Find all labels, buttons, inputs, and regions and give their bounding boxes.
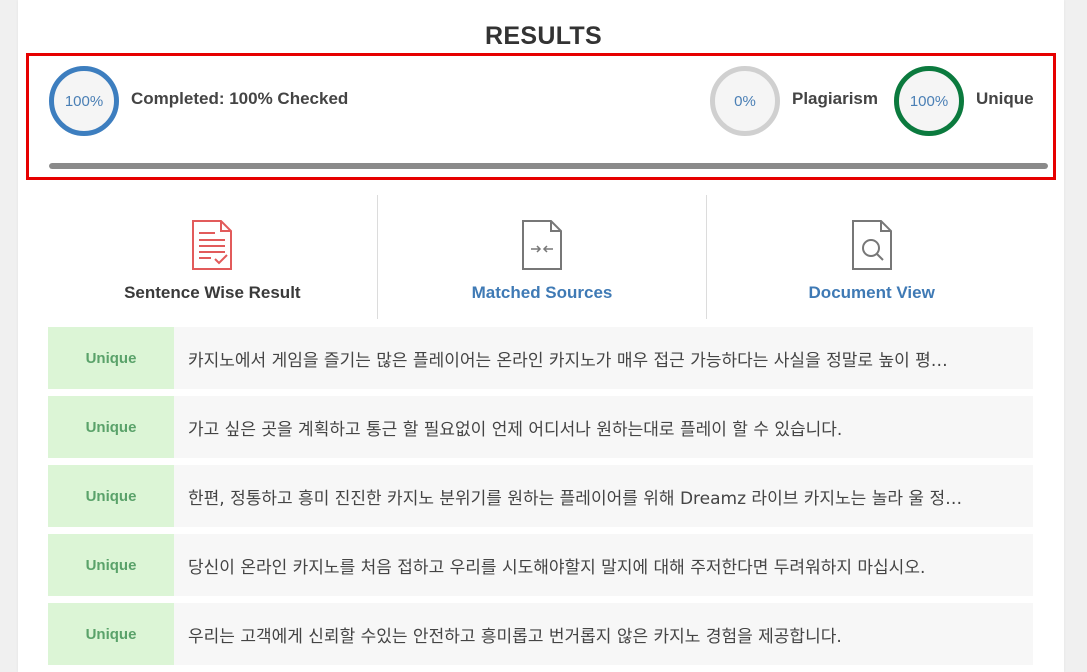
- list-item[interactable]: Unique 카지노에서 게임을 즐기는 많은 플레이어는 온라인 카지노가 매…: [48, 327, 1033, 389]
- completed-label: Completed: 100% Checked: [131, 89, 349, 108]
- tab-matched-sources[interactable]: Matched Sources: [376, 195, 707, 319]
- unique-percent-circle: 100%: [894, 66, 964, 136]
- plagiarism-label: Plagiarism: [792, 89, 878, 108]
- sentence-text-cell: 가고 싶은 곳을 계획하고 통근 할 필요없이 언제 어디서나 원하는대로 플레…: [174, 396, 1033, 458]
- tab-document-view[interactable]: Document View: [706, 195, 1036, 319]
- plagiarism-percent-text: 0%: [734, 92, 756, 110]
- status-badge: Unique: [48, 534, 174, 596]
- unique-label: Unique: [976, 89, 1034, 108]
- list-item[interactable]: Unique 당신이 온라인 카지노를 처음 접하고 우리를 시도해야할지 말지…: [48, 534, 1033, 596]
- completed-percent-text: 100%: [64, 92, 104, 110]
- results-title: RESULTS: [485, 22, 602, 50]
- tab-matched-sources-label: Matched Sources: [471, 283, 613, 302]
- sentence-text-cell: 카지노에서 게임을 즐기는 많은 플레이어는 온라인 카지노가 매우 접근 가능…: [174, 327, 1033, 389]
- check-progress-bar: [49, 163, 1048, 169]
- sentence-text-cell: 한편, 정통하고 흥미 진진한 카지노 분위기를 원하는 플레이어를 위해 Dr…: [174, 465, 1033, 527]
- sentence-text: 카지노에서 게임을 즐기는 많은 플레이어는 온라인 카지노가 매우 접근 가능…: [188, 350, 948, 371]
- completed-percent-circle: 100%: [49, 66, 119, 136]
- unique-percent-text: 100%: [909, 92, 949, 110]
- search-document-icon: [851, 220, 892, 270]
- sentence-text: 가고 싶은 곳을 계획하고 통근 할 필요없이 언제 어디서나 원하는대로 플레…: [188, 419, 843, 440]
- check-progress-fill: [49, 163, 1048, 169]
- list-item[interactable]: Unique 가고 싶은 곳을 계획하고 통근 할 필요없이 언제 어디서나 원…: [48, 396, 1033, 458]
- sentence-text-cell: 당신이 온라인 카지노를 처음 접하고 우리를 시도해야할지 말지에 대해 주저…: [174, 534, 1033, 596]
- plagiarism-percent-circle: 0%: [710, 66, 780, 136]
- list-item[interactable]: Unique 우리는 고객에게 신뢰할 수있는 안전하고 흥미롭고 번거롭지 않…: [48, 603, 1033, 665]
- status-badge: Unique: [48, 603, 174, 665]
- status-badge: Unique: [48, 465, 174, 527]
- sentence-text: 한편, 정통하고 흥미 진진한 카지노 분위기를 원하는 플레이어를 위해 Dr…: [188, 488, 963, 509]
- status-badge: Unique: [48, 396, 174, 458]
- sentence-results-list: Unique 카지노에서 게임을 즐기는 많은 플레이어는 온라인 카지노가 매…: [48, 327, 1033, 672]
- sentence-text-cell: 우리는 고객에게 신뢰할 수있는 안전하고 흥미롭고 번거롭지 않은 카지노 경…: [174, 603, 1033, 665]
- tab-sentence-wise-result-label: Sentence Wise Result: [124, 283, 301, 302]
- report-document-icon: [192, 220, 233, 270]
- compare-document-icon: [522, 220, 562, 270]
- result-view-tabs: Sentence Wise Result Matched Sources Doc…: [48, 195, 1036, 319]
- list-item[interactable]: Unique 한편, 정통하고 흥미 진진한 카지노 분위기를 원하는 플레이어…: [48, 465, 1033, 527]
- sentence-text: 당신이 온라인 카지노를 처음 접하고 우리를 시도해야할지 말지에 대해 주저…: [188, 557, 926, 578]
- tab-sentence-wise-result[interactable]: Sentence Wise Result: [48, 195, 377, 319]
- sentence-text: 우리는 고객에게 신뢰할 수있는 안전하고 흥미롭고 번거롭지 않은 카지노 경…: [188, 626, 842, 647]
- tab-document-view-label: Document View: [808, 283, 935, 302]
- status-badge: Unique: [48, 327, 174, 389]
